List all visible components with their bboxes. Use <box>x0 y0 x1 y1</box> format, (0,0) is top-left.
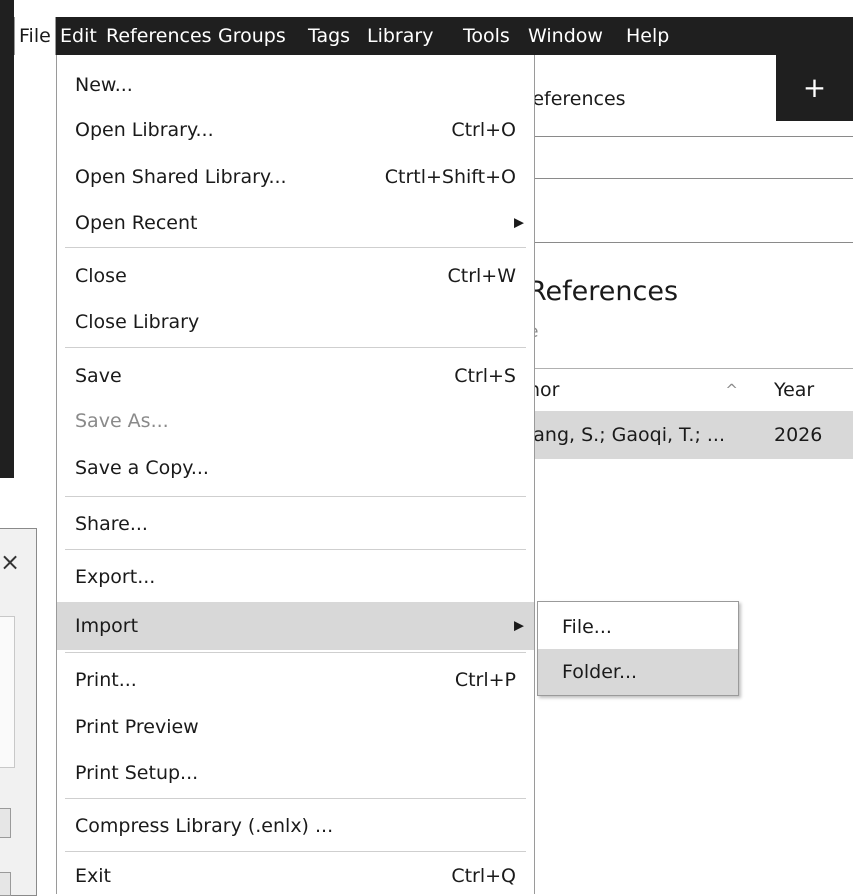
table-row[interactable]: iang, S.; Gaoqi, T.; ... 2026 <box>524 411 853 459</box>
sort-ascending-icon: ^ <box>725 381 738 399</box>
submenu-arrow-icon: ▶ <box>514 618 524 634</box>
menu-item-shortcut: Ctrl+W <box>447 265 516 287</box>
divider <box>520 242 853 243</box>
menu-separator <box>65 652 526 653</box>
menu-item-save-a-copy[interactable]: Save a Copy... <box>57 446 534 490</box>
menu-help[interactable]: Help <box>622 17 673 55</box>
menu-item-label: Compress Library (.enlx) ... <box>75 815 334 837</box>
menu-item-open-shared-library[interactable]: Open Shared Library... Ctrtl+Shift+O <box>57 155 534 199</box>
menu-item-shortcut: Ctrl+S <box>454 365 516 387</box>
menu-item-label: Save As... <box>75 410 169 432</box>
menu-item-import[interactable]: Import ▶ <box>57 602 534 650</box>
reference-year: 2026 <box>774 424 823 446</box>
column-header-author[interactable]: hor ^ <box>524 368 753 412</box>
menu-item-label: New... <box>75 74 133 96</box>
menu-item-label: Print... <box>75 669 137 691</box>
menu-file[interactable]: File <box>14 17 56 55</box>
menu-references[interactable]: References <box>102 17 216 55</box>
menu-item-compress-library[interactable]: Compress Library (.enlx) ... <box>57 804 534 848</box>
submenu-arrow-icon: ▶ <box>514 215 524 231</box>
import-submenu: File... Folder... <box>537 601 739 696</box>
column-header-year-label: Year <box>774 379 815 401</box>
menu-item-shortcut: Ctrl+O <box>451 119 516 141</box>
menu-groups[interactable]: Groups <box>214 17 290 55</box>
menu-item-label: Save a Copy... <box>75 457 209 479</box>
menu-item-label: Exit <box>75 865 111 887</box>
menu-item-label: Save <box>75 365 122 387</box>
menu-item-label: Open Shared Library... <box>75 166 287 188</box>
divider <box>520 178 853 179</box>
menu-tags[interactable]: Tags <box>304 17 354 55</box>
menu-item-label: Close <box>75 265 127 287</box>
menu-item-shortcut: Ctrtl+Shift+O <box>384 166 516 188</box>
window-frame-left <box>0 0 14 478</box>
menu-separator <box>65 247 526 248</box>
menu-item-save-as: Save As... <box>57 399 534 443</box>
menu-item-print-preview[interactable]: Print Preview <box>57 705 534 749</box>
menu-item-label: Share... <box>75 513 148 535</box>
menu-item-label: Print Setup... <box>75 762 199 784</box>
tab-title[interactable]: References <box>520 88 626 110</box>
dialog-panel <box>0 616 15 768</box>
menu-item-print-setup[interactable]: Print Setup... <box>57 751 534 795</box>
menu-item-open-recent[interactable]: Open Recent ▶ <box>57 201 534 245</box>
menu-item-share[interactable]: Share... <box>57 502 534 546</box>
reference-author: iang, S.; Gaoqi, T.; ... <box>528 424 726 446</box>
menu-item-label: Open Recent <box>75 212 198 234</box>
menu-item-close[interactable]: Close Ctrl+W <box>57 254 534 298</box>
menu-library[interactable]: Library <box>363 17 437 55</box>
menu-separator <box>65 549 526 550</box>
menu-item-open-library[interactable]: Open Library... Ctrl+O <box>57 108 534 152</box>
menu-item-new[interactable]: New... <box>57 63 534 107</box>
menu-item-exit[interactable]: Exit Ctrl+Q <box>57 858 534 894</box>
menu-item-label: Print Preview <box>75 716 199 738</box>
close-icon[interactable]: × <box>0 548 20 576</box>
menu-item-save[interactable]: Save Ctrl+S <box>57 354 534 398</box>
file-menu: New... Open Library... Ctrl+O Open Share… <box>56 55 535 894</box>
menu-separator <box>65 851 526 852</box>
dialog-control[interactable] <box>0 808 11 838</box>
menu-item-export[interactable]: Export... <box>57 555 534 599</box>
plus-icon: + <box>802 71 827 104</box>
library-heading: References <box>528 276 679 307</box>
menu-item-label: Import <box>75 615 139 637</box>
menu-item-close-library[interactable]: Close Library <box>57 300 534 344</box>
submenu-item-label: File... <box>562 616 612 638</box>
menu-item-shortcut: Ctrl+P <box>454 669 516 691</box>
menu-item-print[interactable]: Print... Ctrl+P <box>57 658 534 702</box>
menu-window[interactable]: Window <box>524 17 607 55</box>
dialog-control[interactable] <box>0 872 11 896</box>
submenu-item-file[interactable]: File... <box>538 604 738 650</box>
divider <box>520 136 853 137</box>
menu-item-label: Close Library <box>75 311 200 333</box>
menu-separator <box>65 496 526 497</box>
new-tab-button[interactable]: + <box>776 55 853 121</box>
menu-tools[interactable]: Tools <box>459 17 514 55</box>
submenu-item-folder[interactable]: Folder... <box>538 649 738 695</box>
menu-edit[interactable]: Edit <box>56 17 101 55</box>
menu-item-label: Export... <box>75 566 156 588</box>
menu-bar: File Edit References Groups Tags Library… <box>14 17 853 55</box>
menu-item-shortcut: Ctrl+Q <box>451 865 516 887</box>
menu-item-label: Open Library... <box>75 119 214 141</box>
menu-separator <box>65 798 526 799</box>
column-header-year[interactable]: Year <box>752 368 853 412</box>
submenu-item-label: Folder... <box>562 661 638 683</box>
menu-separator <box>65 347 526 348</box>
